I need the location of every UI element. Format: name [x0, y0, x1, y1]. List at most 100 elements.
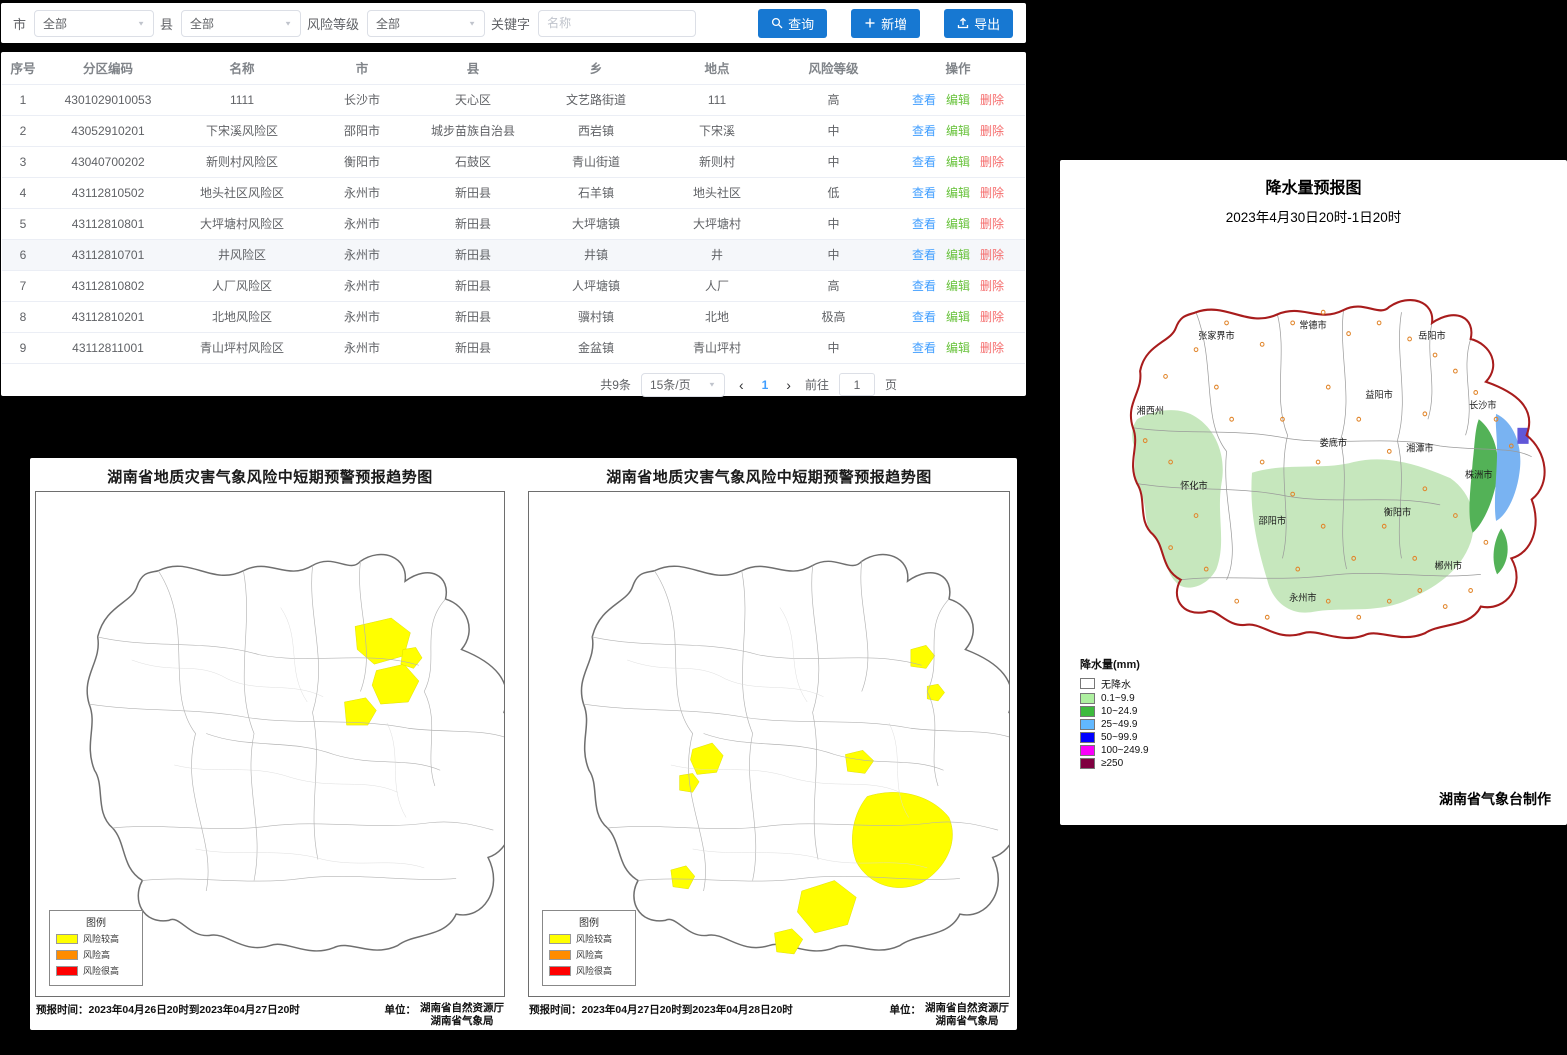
legend-swatch — [1080, 693, 1095, 704]
edit-link[interactable]: 编辑 — [946, 310, 970, 324]
city-label: 衡阳市 — [1384, 506, 1411, 517]
rain-legend-title: 降水量(mm) — [1080, 656, 1149, 672]
trend-map-title: 湖南省地质灾害气象风险中短期预警预报趋势图 — [33, 460, 507, 491]
legend-swatch-orange — [549, 950, 571, 960]
search-icon — [771, 17, 783, 29]
city-label: 岳阳市 — [1418, 330, 1445, 341]
delete-link[interactable]: 删除 — [980, 248, 1004, 262]
chevron-down-icon: ▼ — [708, 381, 716, 388]
view-link[interactable]: 查看 — [912, 186, 936, 200]
page-1-button[interactable]: 1 — [758, 378, 773, 392]
table-row: 9 43112811001 青山坪村风险区 永州市 新田县 金盆镇 青山坪村 中… — [2, 332, 1025, 363]
table-row: 4 43112810502 地头社区风险区 永州市 新田县 石羊镇 地头社区 低… — [2, 177, 1025, 208]
risk-level-select-value: 全部 — [376, 15, 400, 32]
chevron-down-icon: ▼ — [284, 19, 292, 26]
view-link[interactable]: 查看 — [912, 155, 936, 169]
legend-swatch-red — [56, 966, 78, 976]
view-link[interactable]: 查看 — [912, 310, 936, 324]
table-row: 8 43112810201 北地风险区 永州市 新田县 骥村镇 北地 极高 查看… — [2, 301, 1025, 332]
legend-title: 图例 — [549, 914, 629, 929]
risk-level-value: 高 — [776, 84, 891, 115]
trend-map-frame: 图例 风险较高 风险高 风险很高 — [528, 491, 1010, 997]
risk-level-value: 中 — [776, 115, 891, 146]
county-select[interactable]: 全部 ▼ — [181, 10, 301, 37]
edit-link[interactable]: 编辑 — [946, 93, 970, 107]
edit-link[interactable]: 编辑 — [946, 217, 970, 231]
view-link[interactable]: 查看 — [912, 93, 936, 107]
delete-link[interactable]: 删除 — [980, 217, 1004, 231]
city-label: 张家界市 — [1198, 330, 1235, 341]
edit-link[interactable]: 编辑 — [946, 248, 970, 262]
legend-swatch — [1080, 732, 1095, 743]
edit-link[interactable]: 编辑 — [946, 155, 970, 169]
column-header-code: 分区编码 — [44, 52, 172, 84]
delete-link[interactable]: 删除 — [980, 124, 1004, 138]
legend-swatch — [1080, 745, 1095, 756]
risk-level-filter-label: 风险等级 — [307, 14, 359, 33]
trend-map-frame: 图例 风险较高 风险高 风险很高 — [35, 491, 505, 997]
delete-link[interactable]: 删除 — [980, 186, 1004, 200]
goto-label: 前往 — [805, 376, 829, 393]
city-label: 常德市 — [1299, 319, 1326, 330]
unit-text: 单位： 湖南省自然资源厅 湖南省气象局 — [385, 1002, 505, 1028]
legend-swatch — [1080, 706, 1095, 717]
keyword-filter-label: 关键字 — [491, 14, 530, 33]
export-button[interactable]: 导出 — [944, 9, 1013, 38]
column-header-index: 序号 — [2, 52, 44, 84]
legend-swatch-orange — [56, 950, 78, 960]
search-button[interactable]: 查询 — [758, 9, 827, 38]
city-select-value: 全部 — [43, 15, 67, 32]
edit-link[interactable]: 编辑 — [946, 124, 970, 138]
trend-maps-panel: 湖南省地质灾害气象风险中短期预警预报趋势图 — [30, 458, 1017, 1030]
legend-swatch — [1080, 678, 1095, 689]
goto-page-input[interactable] — [839, 373, 875, 396]
keyword-input[interactable] — [538, 10, 696, 37]
legend-item: 0.1~9.9 — [1080, 693, 1149, 704]
column-header-actions: 操作 — [891, 52, 1025, 84]
city-label: 邵阳市 — [1259, 515, 1286, 526]
page-size-select[interactable]: 15条/页 ▼ — [641, 373, 725, 397]
city-label: 株洲市 — [1465, 469, 1492, 480]
view-link[interactable]: 查看 — [912, 279, 936, 293]
legend-item: 风险高 — [56, 948, 136, 961]
view-link[interactable]: 查看 — [912, 217, 936, 231]
delete-link[interactable]: 删除 — [980, 93, 1004, 107]
rain-map-subtitle: 2023年4月30日20时-1日20时 — [1060, 198, 1567, 226]
risk-level-value: 中 — [776, 239, 891, 270]
delete-link[interactable]: 删除 — [980, 341, 1004, 355]
rain-map-credit: 湖南省气象台制作 — [1439, 789, 1551, 809]
city-label: 娄底市 — [1320, 437, 1347, 448]
city-label: 湘西州 — [1137, 405, 1164, 416]
risk-level-value: 中 — [776, 332, 891, 363]
risk-level-select[interactable]: 全部 ▼ — [367, 10, 485, 37]
legend-item: 风险较高 — [549, 932, 629, 945]
delete-link[interactable]: 删除 — [980, 279, 1004, 293]
view-link[interactable]: 查看 — [912, 124, 936, 138]
edit-link[interactable]: 编辑 — [946, 279, 970, 293]
view-link[interactable]: 查看 — [912, 248, 936, 262]
legend-item: 风险较高 — [56, 932, 136, 945]
view-link[interactable]: 查看 — [912, 341, 936, 355]
trend-map-footer: 预报时间：2023年04月27日20时到2023年04月28日20时 单位： 湖… — [526, 997, 1012, 1028]
edit-link[interactable]: 编辑 — [946, 341, 970, 355]
legend-swatch — [1080, 719, 1095, 730]
legend-swatch-yellow — [56, 934, 78, 944]
legend-item: ≥250 — [1080, 758, 1149, 769]
unit-text: 单位： 湖南省自然资源厅 湖南省气象局 — [890, 1002, 1010, 1028]
forecast-time: 预报时间：2023年04月27日20时到2023年04月28日20时 — [529, 1002, 793, 1028]
next-page-button[interactable]: › — [782, 377, 795, 393]
plus-icon — [864, 17, 876, 29]
delete-link[interactable]: 删除 — [980, 155, 1004, 169]
total-count: 共9条 — [600, 376, 631, 393]
delete-link[interactable]: 删除 — [980, 310, 1004, 324]
column-header-risk: 风险等级 — [776, 52, 891, 84]
trend-map-title: 湖南省地质灾害气象风险中短期预警预报趋势图 — [526, 460, 1012, 491]
edit-link[interactable]: 编辑 — [946, 186, 970, 200]
city-select[interactable]: 全部 ▼ — [34, 10, 154, 37]
trend-map-card-2: 湖南省地质灾害气象风险中短期预警预报趋势图 — [526, 460, 1012, 1026]
city-label: 湘潭市 — [1406, 442, 1433, 453]
goto-unit: 页 — [885, 376, 897, 393]
prev-page-button[interactable]: ‹ — [735, 377, 748, 393]
add-button[interactable]: 新增 — [851, 9, 920, 38]
column-header-county: 县 — [412, 52, 534, 84]
